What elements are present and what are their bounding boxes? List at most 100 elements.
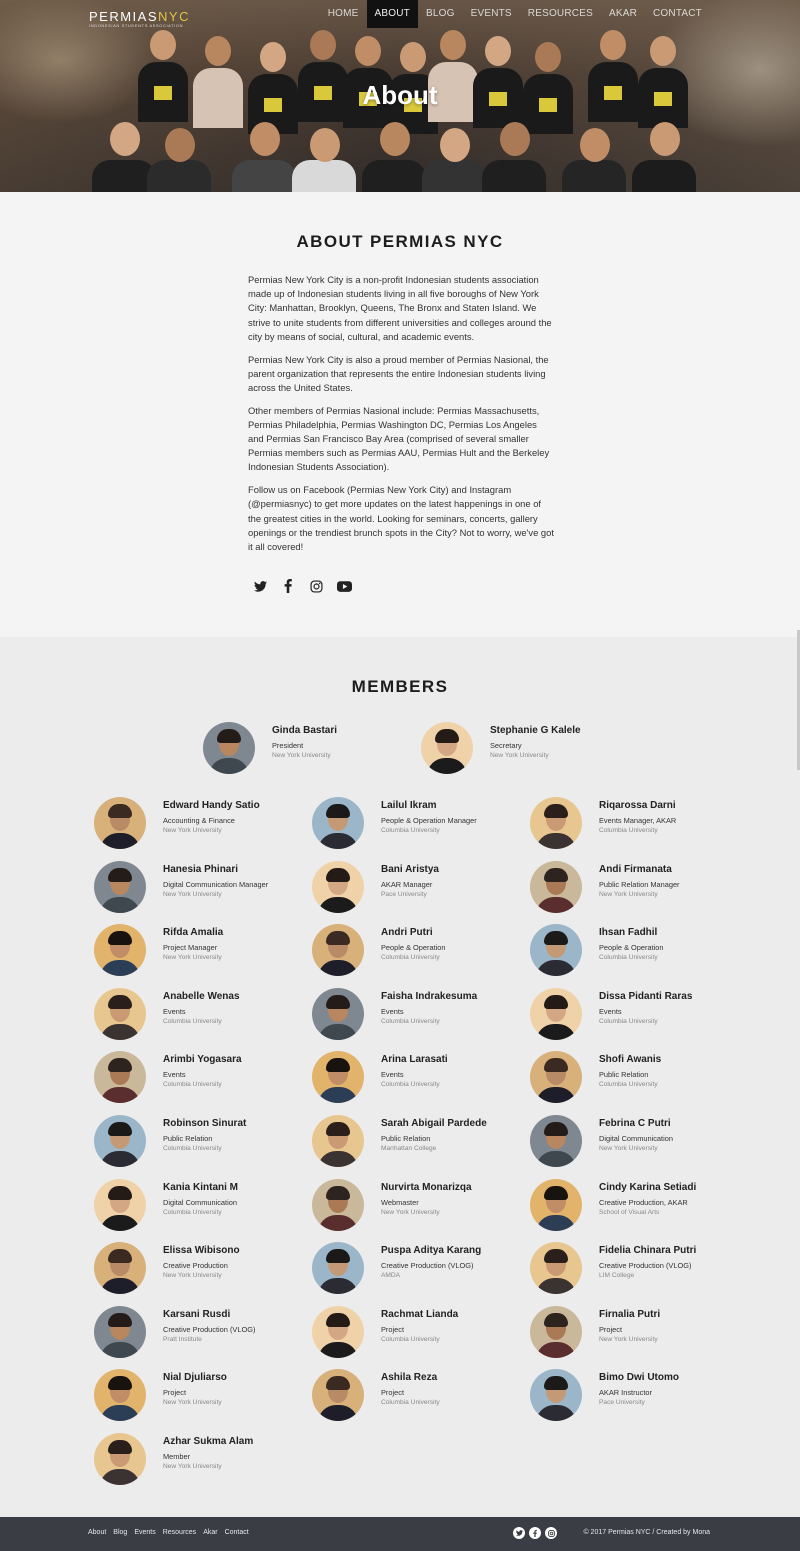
site-logo[interactable]: PERMIASNYC — [89, 9, 190, 24]
facebook-icon[interactable] — [529, 1527, 541, 1539]
member-avatar[interactable] — [530, 1051, 582, 1104]
member-avatar[interactable] — [530, 1115, 582, 1167]
member-card[interactable]: Lailul Ikram People & Operation Manager Co… — [312, 797, 532, 851]
member-card[interactable]: Nial Djuliarso Project New York University — [94, 1369, 314, 1423]
member-avatar[interactable] — [312, 1369, 364, 1422]
nav-item-blog[interactable]: BLOG — [418, 0, 463, 28]
member-card[interactable]: Bimo Dwi Utomo AKAR Instructor Pace Univer… — [530, 1369, 750, 1423]
member-card[interactable]: Anabelle Wenas Events Columbia University — [94, 987, 314, 1042]
twitter-icon[interactable] — [252, 578, 268, 594]
member-card[interactable]: Andri Putri People & Operation Columbia Un… — [312, 924, 532, 978]
member-card[interactable]: Edward Handy Satio Accounting & Finance Ne… — [94, 797, 314, 851]
member-avatar[interactable] — [530, 860, 582, 913]
member-card[interactable]: Andi Firmanata Public Relation Manager New… — [530, 860, 750, 915]
member-card[interactable]: Stephanie G Kalele Secretary New York Univ… — [421, 722, 641, 776]
member-avatar[interactable] — [312, 1115, 364, 1167]
member-card[interactable]: Robinson Sinurat Public Relation Columbia … — [94, 1115, 314, 1169]
member-card[interactable]: Dissa Pidanti Raras Events Columbia Univer… — [530, 987, 750, 1042]
member-avatar[interactable] — [312, 1305, 364, 1358]
person-shirt — [482, 160, 546, 192]
footer-link-resources[interactable]: Resources — [163, 1529, 196, 1536]
member-avatar[interactable] — [421, 722, 473, 774]
member-school: Columbia University — [599, 954, 658, 962]
instagram-icon[interactable] — [545, 1527, 557, 1539]
member-avatar[interactable] — [530, 1369, 582, 1422]
member-avatar[interactable] — [94, 924, 146, 977]
avatar-shirt — [100, 1023, 140, 1040]
member-avatar[interactable] — [94, 1115, 146, 1167]
member-role: Project — [381, 1324, 405, 1334]
member-card[interactable]: Cindy Karina Setiadi Creative Production,… — [530, 1178, 750, 1233]
member-avatar[interactable] — [530, 797, 582, 849]
member-card[interactable]: Riqarossa Darni Events Manager, AKAR Colum… — [530, 797, 750, 851]
member-card[interactable]: Sarah Abigail Pardede Public Relation Manh… — [312, 1115, 532, 1169]
member-card[interactable]: Shofi Awanis Public Relation Columbia Univ… — [530, 1051, 750, 1105]
avatar-shirt — [536, 1405, 576, 1422]
member-card[interactable]: Hanesia Phinari Digital Communication Man… — [94, 860, 314, 915]
instagram-icon[interactable] — [308, 578, 324, 594]
member-avatar[interactable] — [530, 1305, 582, 1358]
member-card[interactable]: Arimbi Yogasara Events Columbia University — [94, 1051, 314, 1105]
footer-link-contact[interactable]: Contact — [225, 1529, 249, 1536]
nav-item-about[interactable]: ABOUT — [366, 0, 418, 28]
member-card[interactable]: Rachmat Lianda Project Columbia University — [312, 1305, 532, 1360]
member-card[interactable]: Arina Larasati Events Columbia University — [312, 1051, 532, 1105]
person-shirt — [232, 160, 296, 192]
member-card[interactable]: Karsani Rusdi Creative Production (VLOG) P… — [94, 1305, 314, 1360]
member-avatar[interactable] — [94, 1178, 146, 1231]
member-name: Bani Aristya — [381, 863, 439, 875]
nav-item-resources[interactable]: RESOURCES — [520, 0, 601, 28]
footer-link-events[interactable]: Events — [134, 1529, 155, 1536]
member-avatar[interactable] — [530, 987, 582, 1040]
member-avatar[interactable] — [312, 1242, 364, 1295]
nav-item-home[interactable]: HOME — [320, 0, 367, 28]
member-card[interactable]: Kania Kintani M Digital Communication Colu… — [94, 1178, 314, 1233]
member-avatar[interactable] — [312, 987, 364, 1040]
member-card[interactable]: Puspa Aditya Karang Creative Production (… — [312, 1242, 532, 1296]
member-avatar[interactable] — [312, 797, 364, 849]
nav-item-events[interactable]: EVENTS — [463, 0, 520, 28]
nav-item-akar[interactable]: AKAR — [601, 0, 645, 28]
member-card[interactable]: Bani Aristya AKAR Manager Pace University — [312, 860, 532, 915]
footer-link-akar[interactable]: Akar — [203, 1529, 217, 1536]
avatar-hair — [326, 1312, 350, 1327]
footer-link-about[interactable]: About — [88, 1529, 106, 1536]
member-avatar[interactable] — [312, 1178, 364, 1231]
footer-link-blog[interactable]: Blog — [113, 1529, 127, 1536]
member-avatar[interactable] — [94, 1369, 146, 1422]
member-card[interactable]: Faisha Indrakesuma Events Columbia Univers… — [312, 987, 532, 1042]
member-card[interactable]: Nurvirta Monarizqa Webmaster New York Univ… — [312, 1178, 532, 1233]
member-avatar[interactable] — [94, 987, 146, 1040]
member-card[interactable]: Ginda Bastari President New York Universit… — [203, 722, 423, 776]
member-card[interactable]: Azhar Sukma Alam Member New York Universit… — [94, 1433, 314, 1487]
member-avatar[interactable] — [530, 924, 582, 977]
member-avatar[interactable] — [94, 1433, 146, 1485]
member-school: AMDA — [381, 1272, 401, 1280]
member-card[interactable]: Rifda Amalia Project Manager New York Univ… — [94, 924, 314, 978]
member-school: Pratt Institute — [163, 1335, 202, 1343]
member-card[interactable]: Firnalia Putri Project New York University — [530, 1305, 750, 1360]
member-card[interactable]: Ashila Reza Project Columbia University — [312, 1369, 532, 1423]
member-avatar[interactable] — [530, 1178, 582, 1231]
nav-item-contact[interactable]: CONTACT — [645, 0, 710, 28]
member-card[interactable]: Elissa Wibisono Creative Production New Yo… — [94, 1242, 314, 1296]
member-avatar[interactable] — [94, 1242, 146, 1295]
member-name: Ihsan Fadhil — [599, 927, 658, 939]
member-avatar[interactable] — [203, 722, 255, 774]
member-avatar[interactable] — [94, 1305, 146, 1358]
member-avatar[interactable] — [94, 1051, 146, 1104]
member-card[interactable]: Ihsan Fadhil People & Operation Columbia U… — [530, 924, 750, 978]
member-name: Bimo Dwi Utomo — [599, 1372, 679, 1384]
member-avatar[interactable] — [312, 1051, 364, 1104]
avatar-hair — [544, 931, 568, 946]
member-card[interactable]: Fidelia Chinara Putri Creative Production… — [530, 1242, 750, 1296]
facebook-icon[interactable] — [280, 578, 296, 594]
member-avatar[interactable] — [312, 860, 364, 913]
member-avatar[interactable] — [530, 1242, 582, 1295]
member-avatar[interactable] — [312, 924, 364, 977]
youtube-icon[interactable] — [336, 578, 352, 594]
member-avatar[interactable] — [94, 860, 146, 913]
member-card[interactable]: Febrina C Putri Digital Communication New … — [530, 1115, 750, 1169]
twitter-icon[interactable] — [513, 1527, 525, 1539]
member-avatar[interactable] — [94, 797, 146, 849]
